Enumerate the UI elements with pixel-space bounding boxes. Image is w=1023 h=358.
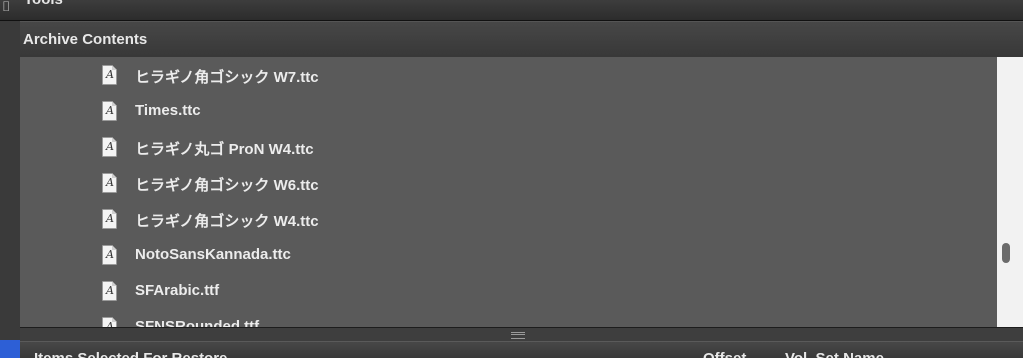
restore-items-header[interactable]: Items Selected For Restore Offset Vol. S…: [20, 341, 1023, 358]
list-item[interactable]: A ヒラギノ丸ゴ ProN W4.ttc: [20, 129, 997, 165]
column-header-offset[interactable]: Offset: [703, 350, 746, 358]
list-item[interactable]: A SFArabic.ttf: [20, 273, 997, 309]
vertical-scrollbar[interactable]: [997, 57, 1023, 327]
app-window: ⌷ Tools Archive Contents A ヒラギノ角ゴシック W7.…: [0, 0, 1023, 358]
list-item[interactable]: A ヒラギノ角ゴシック W4.ttc: [20, 201, 997, 237]
file-name: Times.ttc: [135, 102, 201, 119]
file-name: SFArabic.ttf: [135, 282, 220, 299]
left-edge-strip: [0, 0, 21, 358]
font-file-icon: A: [102, 245, 117, 265]
font-file-icon: A: [102, 281, 117, 301]
list-item[interactable]: A Times.ttc: [20, 93, 997, 129]
pane-splitter[interactable]: [20, 327, 1023, 342]
archive-contents-header[interactable]: Archive Contents: [20, 21, 1023, 58]
column-header-vol-set-name[interactable]: Vol. Set Name: [785, 350, 884, 358]
list-item[interactable]: A NotoSansKannada.ttc: [20, 237, 997, 273]
file-name: ヒラギノ角ゴシック W7.ttc: [135, 69, 319, 86]
tools-bar-label: Tools: [24, 0, 63, 8]
font-file-icon: A: [102, 317, 117, 327]
archive-contents-title: Archive Contents: [23, 31, 148, 48]
archive-file-list[interactable]: A ヒラギノ角ゴシック W7.ttc A Times.ttc A ヒラギノ丸ゴ …: [20, 57, 997, 327]
font-file-icon: A: [102, 137, 117, 157]
file-name: SFNSRounded.ttf: [135, 318, 260, 327]
scroll-thumb[interactable]: [1002, 243, 1010, 263]
file-name: ヒラギノ角ゴシック W4.ttc: [135, 213, 319, 230]
blue-accent-tab: [0, 340, 20, 358]
list-item[interactable]: A ヒラギノ角ゴシック W7.ttc: [20, 57, 997, 93]
tools-bar[interactable]: ⌷ Tools: [0, 0, 1023, 21]
font-file-icon: A: [102, 65, 117, 85]
file-name: ヒラギノ角ゴシック W6.ttc: [135, 177, 319, 194]
splitter-grip-icon[interactable]: [511, 332, 525, 339]
restore-items-title: Items Selected For Restore: [34, 350, 227, 358]
file-name: ヒラギノ丸ゴ ProN W4.ttc: [135, 141, 314, 158]
font-file-icon: A: [102, 101, 117, 121]
tool-icon: ⌷: [2, 0, 11, 14]
list-item[interactable]: A SFNSRounded.ttf: [20, 309, 997, 327]
list-item[interactable]: A ヒラギノ角ゴシック W6.ttc: [20, 165, 997, 201]
font-file-icon: A: [102, 173, 117, 193]
file-name: NotoSansKannada.ttc: [135, 246, 291, 263]
font-file-icon: A: [102, 209, 117, 229]
